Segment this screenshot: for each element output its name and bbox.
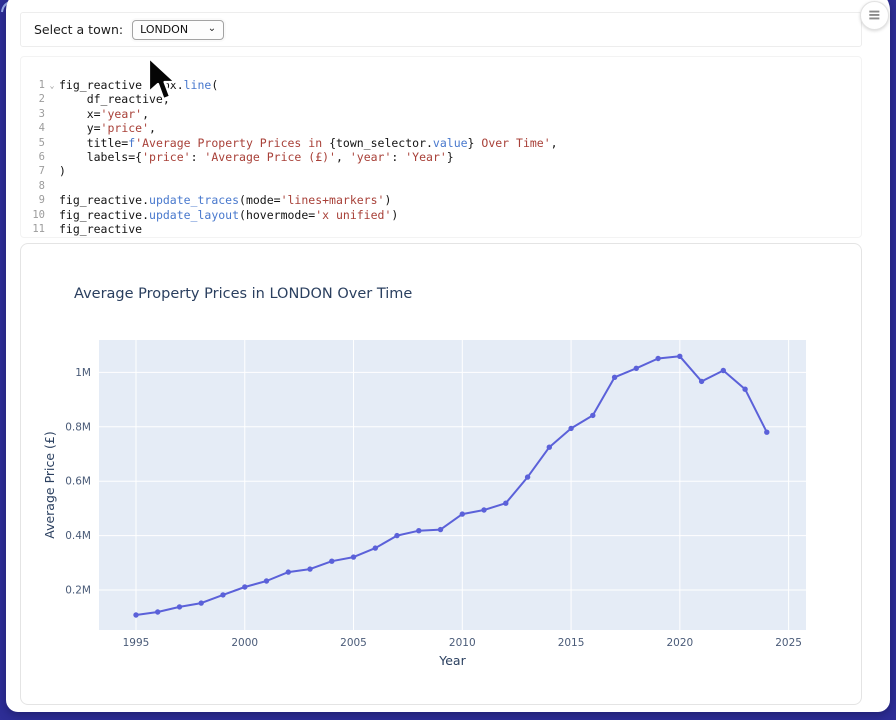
code-line: 11 fig_reactive: [21, 222, 861, 236]
data-point[interactable]: [394, 533, 399, 538]
code-text: labels={'price': 'Average Price (£)', 'y…: [59, 150, 454, 164]
fold-gutter: [45, 121, 59, 135]
code-line: 8: [21, 179, 861, 193]
data-point[interactable]: [286, 569, 291, 574]
code-line: 6 labels={'price': 'Average Price (£)', …: [21, 150, 861, 164]
y-axis-title: Average Price (£): [42, 431, 57, 538]
line-number: 6: [21, 150, 45, 164]
code-text: fig_reactive.update_traces(mode='lines+m…: [59, 193, 391, 207]
line-number: 2: [21, 92, 45, 106]
data-point[interactable]: [721, 368, 726, 373]
data-point[interactable]: [329, 559, 334, 564]
data-point[interactable]: [568, 426, 573, 431]
code-line: 3 x='year',: [21, 107, 861, 121]
data-point[interactable]: [373, 545, 378, 550]
code-line: 2 df_reactive,: [21, 92, 861, 106]
town-select-value: LONDON: [140, 23, 188, 36]
code-text: y='price',: [59, 121, 156, 135]
line-number: 11: [21, 222, 45, 236]
line-number: 7: [21, 164, 45, 178]
data-point[interactable]: [416, 528, 421, 533]
x-tick-label: 2020: [666, 637, 693, 649]
code-line: 5 title=f'Average Property Prices in {to…: [21, 136, 861, 150]
town-select[interactable]: LONDON ⌄: [132, 20, 224, 40]
data-point[interactable]: [199, 600, 204, 605]
code-text: fig_reactive = px.line(: [59, 78, 218, 92]
code-text: fig_reactive: [59, 222, 142, 236]
x-tick-label: 1995: [123, 637, 150, 649]
chevron-down-icon: ⌄: [208, 24, 216, 34]
town-selector-row: Select a town: LONDON ⌄: [20, 12, 862, 47]
data-point[interactable]: [764, 430, 769, 435]
data-point[interactable]: [612, 375, 617, 380]
x-tick-label: 2000: [231, 637, 258, 649]
data-point[interactable]: [307, 566, 312, 571]
fold-gutter: [45, 136, 59, 150]
code-text: x='year',: [59, 107, 149, 121]
code-text: ): [59, 164, 66, 178]
data-point[interactable]: [547, 445, 552, 450]
data-point[interactable]: [699, 379, 704, 384]
chart-title: Average Property Prices in LONDON Over T…: [74, 286, 412, 302]
code-line: 4 y='price',: [21, 121, 861, 135]
data-point[interactable]: [438, 527, 443, 532]
data-point[interactable]: [177, 604, 182, 609]
x-tick-label: 2015: [558, 637, 585, 649]
code-text: title=f'Average Property Prices in {town…: [59, 136, 558, 150]
line-number: 4: [21, 121, 45, 135]
y-tick-label: 0.4M: [65, 530, 91, 542]
fold-chevron-icon[interactable]: ⌄: [45, 78, 59, 92]
data-point[interactable]: [460, 511, 465, 516]
code-line: 10 fig_reactive.update_layout(hovermode='…: [21, 208, 861, 222]
fold-gutter: [45, 179, 59, 193]
data-point[interactable]: [242, 584, 247, 589]
data-point[interactable]: [503, 501, 508, 506]
fold-gutter: [45, 193, 59, 207]
y-tick-label: 0.6M: [65, 476, 91, 488]
data-point[interactable]: [264, 578, 269, 583]
notebook-menu-button[interactable]: ≡: [860, 1, 889, 30]
line-number: 10: [21, 208, 45, 222]
chart-output-cell: 1995 2000 2005 2010 2015 2020 2025 0.2M 0.4M 0.6M…: [20, 243, 862, 705]
data-point[interactable]: [481, 507, 486, 512]
data-point[interactable]: [351, 554, 356, 559]
code-line: 1⌄fig_reactive = px.line(: [21, 78, 861, 92]
y-tick-label: 0.2M: [65, 585, 91, 597]
y-tick-label: 1M: [75, 367, 91, 379]
x-axis-title: Year: [438, 653, 466, 668]
line-number: 3: [21, 107, 45, 121]
line-number: 5: [21, 136, 45, 150]
price-chart[interactable]: 1995 2000 2005 2010 2015 2020 2025 0.2M 0.4M 0.6M…: [21, 244, 862, 704]
y-tick-label: 0.8M: [65, 421, 91, 433]
fold-gutter: [45, 164, 59, 178]
x-tick-label: 2005: [340, 637, 367, 649]
data-point[interactable]: [220, 592, 225, 597]
code-text: df_reactive,: [59, 92, 170, 106]
town-select-label: Select a town:: [34, 22, 123, 37]
x-tick-label: 2025: [775, 637, 802, 649]
line-number: 1: [21, 78, 45, 92]
data-point[interactable]: [634, 366, 639, 371]
data-point[interactable]: [525, 474, 530, 479]
code-editor[interactable]: 1⌄fig_reactive = px.line(2 df_reactive,3…: [20, 56, 862, 238]
x-tick-label: 2010: [449, 637, 476, 649]
data-point[interactable]: [155, 609, 160, 614]
data-point[interactable]: [133, 612, 138, 617]
data-point[interactable]: [677, 354, 682, 359]
fold-gutter: [45, 208, 59, 222]
code-lines: 1⌄fig_reactive = px.line(2 df_reactive,3…: [21, 78, 861, 236]
data-point[interactable]: [655, 356, 660, 361]
code-line: 7): [21, 164, 861, 178]
fold-gutter: [45, 150, 59, 164]
fold-gutter: [45, 222, 59, 236]
data-point[interactable]: [590, 413, 595, 418]
code-line: 9 fig_reactive.update_traces(mode='lines+…: [21, 193, 861, 207]
hamburger-icon: ≡: [868, 7, 881, 23]
data-point[interactable]: [742, 387, 747, 392]
fold-gutter: [45, 107, 59, 121]
line-number: 8: [21, 179, 45, 193]
code-text: fig_reactive.update_layout(hovermode='x …: [59, 208, 398, 222]
fold-gutter: [45, 92, 59, 106]
line-number: 9: [21, 193, 45, 207]
